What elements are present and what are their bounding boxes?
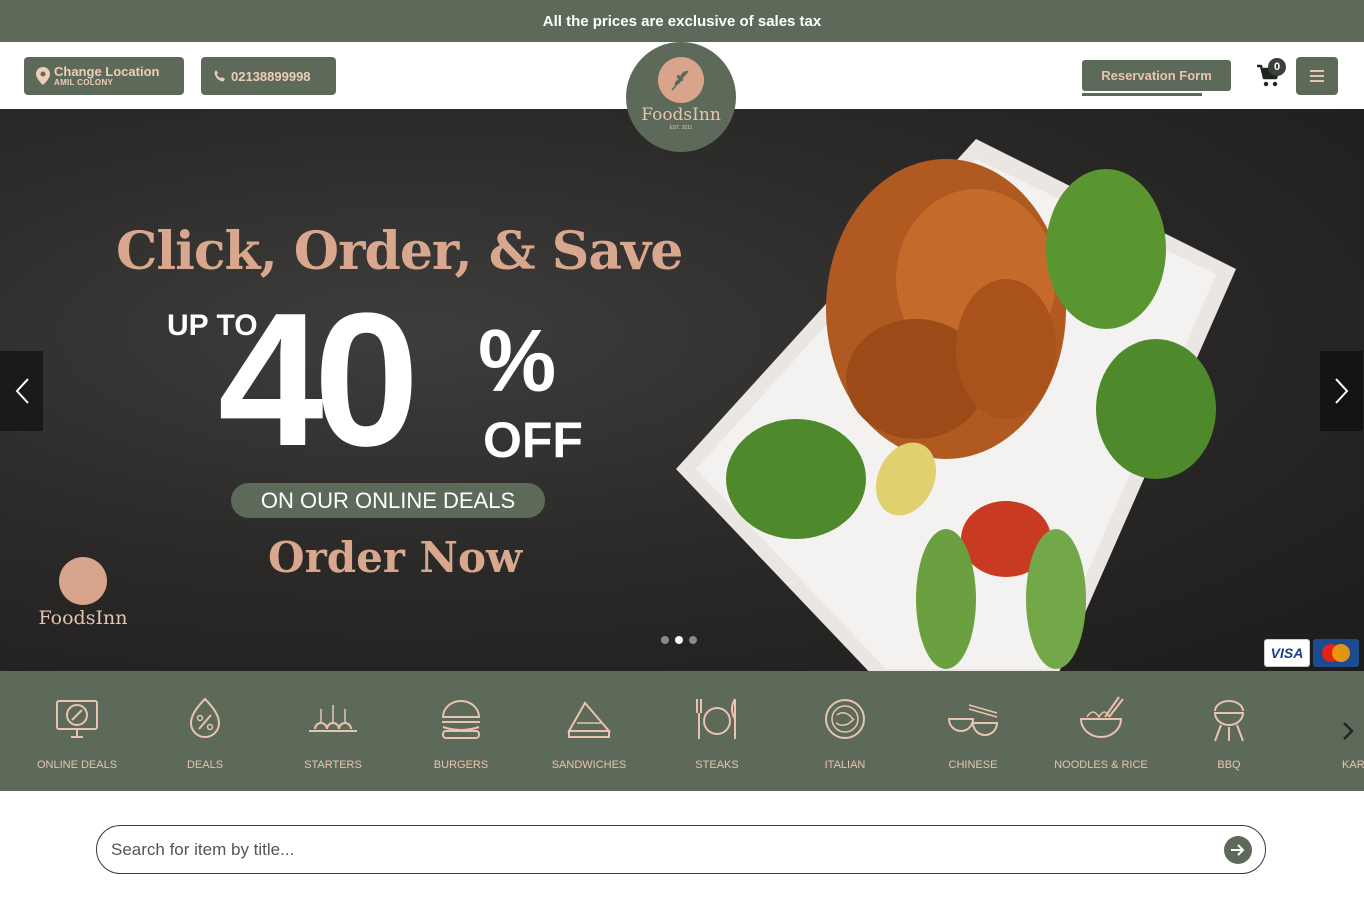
phone-number: 02138899998 — [231, 68, 311, 84]
hamburger-menu-icon — [1310, 70, 1324, 82]
carousel-prev-button[interactable] — [0, 351, 43, 431]
hero-carousel[interactable]: Click, Order, & Save UP TO 40 % OFF ON O… — [0, 109, 1364, 671]
search-submit-button[interactable] — [1224, 836, 1252, 864]
category-sandwiches[interactable]: SANDWICHES — [525, 671, 653, 791]
foodsinn-logo[interactable]: FoodsInn EST. 2011 — [626, 42, 736, 152]
reservation-underline — [1082, 93, 1202, 96]
hero-discount-number: 40 — [218, 274, 419, 486]
online-deals-pill-text: ON OUR ONLINE DEALS — [260, 487, 516, 513]
mastercard-icon — [1313, 639, 1359, 667]
search-bar — [96, 825, 1266, 874]
visa-card-icon: VISA — [1264, 639, 1310, 667]
change-location-label: Change Location — [54, 63, 160, 79]
phone-button[interactable]: 02138899998 — [201, 57, 336, 95]
change-location-button[interactable]: Change Location AMIL COLONY — [24, 57, 184, 95]
chevron-left-icon — [15, 378, 29, 404]
category-label: BBQ — [1217, 759, 1241, 771]
phone-icon — [214, 70, 225, 82]
carousel-dot-active[interactable] — [675, 636, 683, 644]
menu-button[interactable] — [1296, 57, 1338, 95]
noodles-icon — [1079, 696, 1124, 738]
hero-logo-wordmark: FoodsInn — [38, 607, 128, 629]
carousel-next-button[interactable] — [1320, 351, 1363, 431]
deals-icon — [189, 697, 221, 738]
reservation-form-button[interactable]: Reservation Form — [1082, 60, 1231, 91]
category-steaks[interactable]: STEAKS — [653, 671, 781, 791]
category-label: NOODLES & RICE — [1054, 759, 1148, 771]
category-bar: ONLINE DEALS DEALS STARTERS BURGERS SAND… — [0, 671, 1364, 791]
category-label: KARA — [1342, 759, 1364, 771]
category-label: STARTERS — [304, 759, 362, 771]
steak-icon — [696, 698, 736, 739]
sales-tax-notice: All the prices are exclusive of sales ta… — [542, 12, 822, 30]
burger-icon — [441, 700, 481, 739]
chinese-icon — [947, 704, 999, 736]
carousel-dot[interactable] — [661, 636, 669, 644]
hero-title: Click, Order, & Save — [116, 221, 683, 282]
category-label: BURGERS — [433, 759, 489, 771]
category-label: ITALIAN — [824, 759, 866, 771]
starters-icon — [309, 705, 357, 732]
category-online-deals[interactable]: ONLINE DEALS — [13, 671, 141, 791]
category-chinese[interactable]: CHINESE — [909, 671, 1037, 791]
category-italian[interactable]: ITALIAN — [781, 671, 909, 791]
site-header: Change Location AMIL COLONY 02138899998 … — [0, 42, 1364, 152]
carousel-indicators — [661, 636, 697, 644]
logo-established: EST. 2011 — [669, 125, 693, 131]
category-label: CHINESE — [948, 759, 998, 771]
category-next-chevron-icon[interactable] — [1338, 719, 1358, 743]
category-noodles-rice[interactable]: NOODLES & RICE — [1037, 671, 1165, 791]
category-burgers[interactable]: BURGERS — [397, 671, 525, 791]
cart-count-badge: 0 — [1268, 58, 1286, 76]
order-now-cta[interactable]: Order Now — [268, 533, 522, 582]
category-bbq[interactable]: BBQ — [1165, 671, 1293, 791]
visa-label: VISA — [1270, 645, 1304, 661]
online-deals-icon — [56, 700, 98, 738]
category-label: DEALS — [186, 759, 224, 771]
sandwich-icon — [567, 701, 612, 738]
logo-wordmark: FoodsInn — [641, 105, 721, 125]
category-starters[interactable]: STARTERS — [269, 671, 397, 791]
arrow-right-icon — [1231, 844, 1245, 856]
category-deals[interactable]: DEALS — [141, 671, 269, 791]
search-input[interactable] — [111, 836, 1211, 864]
logo-leaf-icon — [658, 57, 704, 103]
reservation-form-label: Reservation Form — [1101, 68, 1212, 83]
sales-tax-notice-bar: All the prices are exclusive of sales ta… — [0, 0, 1364, 42]
chevron-right-icon — [1334, 378, 1348, 404]
location-pin-icon — [36, 67, 50, 85]
bbq-icon — [1213, 700, 1245, 742]
grilled-chicken-plate-image — [676, 139, 1236, 671]
current-location: AMIL COLONY — [54, 77, 114, 87]
carousel-dot[interactable] — [689, 636, 697, 644]
category-label: SANDWICHES — [551, 759, 627, 771]
online-deals-pill: ON OUR ONLINE DEALS — [231, 483, 545, 518]
hero-percent: % — [478, 311, 557, 410]
hero-off: OFF — [483, 412, 583, 468]
category-label: ONLINE DEALS — [36, 759, 118, 771]
italian-icon — [825, 699, 865, 739]
hero-logo-leaf-icon — [59, 557, 107, 605]
hero-logo: FoodsInn — [38, 557, 128, 629]
category-label: STEAKS — [695, 759, 739, 771]
